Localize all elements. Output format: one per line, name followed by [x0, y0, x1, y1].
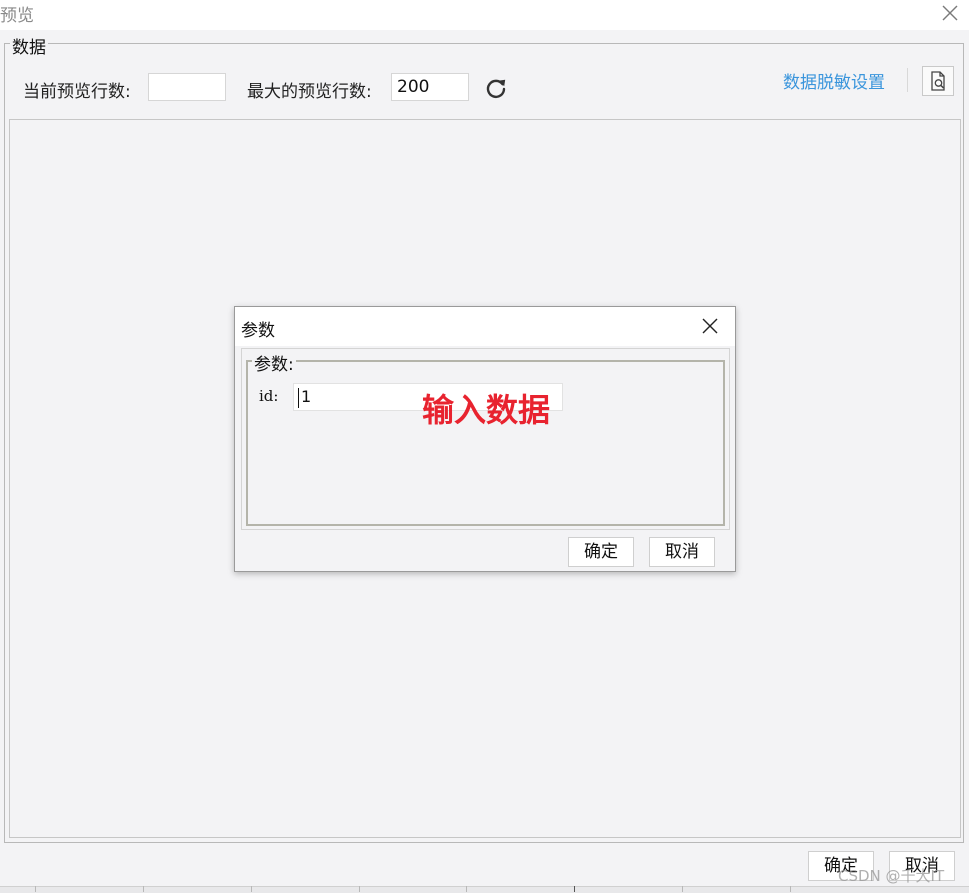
id-label: id: — [259, 387, 279, 405]
current-rows-label: 当前预览行数: — [23, 82, 131, 102]
data-group-legend: 数据 — [10, 33, 48, 58]
current-rows-input[interactable] — [148, 73, 226, 101]
refresh-icon[interactable] — [484, 76, 508, 100]
close-icon[interactable] — [939, 2, 961, 24]
status-divider — [466, 886, 467, 892]
status-divider — [790, 886, 791, 892]
status-divider — [251, 886, 252, 892]
param-dialog: 参数 参数: id: 1 输入数据 确定 取消 — [234, 306, 736, 572]
data-masking-settings-link[interactable]: 数据脱敏设置 — [783, 68, 885, 93]
id-value: 1 — [301, 387, 312, 406]
param-dialog-titlebar: 参数 — [235, 307, 735, 346]
window-title: 预览 — [0, 6, 34, 26]
toolbar-separator — [907, 68, 908, 92]
document-search-icon — [931, 71, 945, 91]
param-ok-button[interactable]: 确定 — [568, 537, 634, 567]
close-icon[interactable] — [700, 316, 720, 336]
param-cancel-button[interactable]: 取消 — [649, 537, 715, 567]
param-group-legend: 参数: — [252, 350, 296, 375]
watermark: CSDN @千大IT — [838, 867, 945, 885]
window-titlebar: 预览 — [0, 0, 969, 30]
annotation-text: 输入数据 — [422, 391, 551, 429]
status-divider — [143, 886, 144, 892]
status-divider — [35, 886, 36, 892]
max-rows-label: 最大的预览行数: — [247, 82, 372, 102]
status-divider — [359, 886, 360, 892]
status-divider — [574, 886, 575, 892]
status-divider — [682, 886, 683, 892]
preview-button[interactable] — [922, 66, 954, 96]
text-caret — [298, 388, 299, 408]
max-rows-input[interactable]: 200 — [391, 73, 469, 101]
param-dialog-title: 参数 — [241, 321, 275, 341]
